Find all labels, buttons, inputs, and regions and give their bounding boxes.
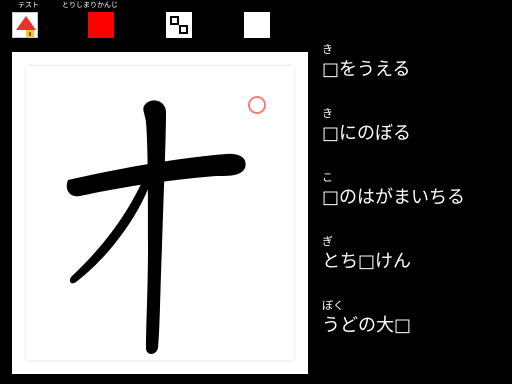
word-text[interactable]: □にのぼる	[322, 123, 411, 145]
word-text[interactable]: うどの大□	[322, 315, 411, 337]
kanji-canvas[interactable]	[26, 66, 294, 360]
kanji-card	[12, 52, 308, 374]
word-text[interactable]: □をうえる	[322, 59, 410, 81]
word-reading: ぼく	[322, 299, 344, 312]
word-item-3[interactable]: こ □のはがまいちる	[322, 172, 508, 230]
word-item-2[interactable]: き □にのぼる	[322, 108, 508, 166]
kanji-mode-label: とりしまりかんじ	[62, 1, 118, 9]
blank-button[interactable]	[244, 12, 270, 38]
word-reading: ぎ	[322, 235, 333, 248]
pattern-button[interactable]	[166, 12, 192, 38]
word-reading: き	[322, 43, 333, 56]
word-item-4[interactable]: ぎ とち□けん	[322, 236, 508, 294]
word-text[interactable]: □のはがまいちる	[322, 187, 465, 209]
home-button[interactable]	[12, 12, 38, 38]
word-reading: こ	[322, 171, 333, 184]
color-swatch-button[interactable]	[88, 12, 114, 38]
mark-circle-button[interactable]	[248, 96, 266, 114]
house-flag-icon	[16, 16, 36, 37]
word-item-1[interactable]: き □をうえる	[322, 44, 508, 102]
test-label: テスト	[18, 1, 39, 9]
word-reading: き	[322, 107, 333, 120]
word-item-5[interactable]: ぼく うどの大□	[322, 300, 508, 358]
word-text[interactable]: とち□けん	[322, 251, 411, 273]
grid-pattern-icon	[170, 16, 188, 34]
